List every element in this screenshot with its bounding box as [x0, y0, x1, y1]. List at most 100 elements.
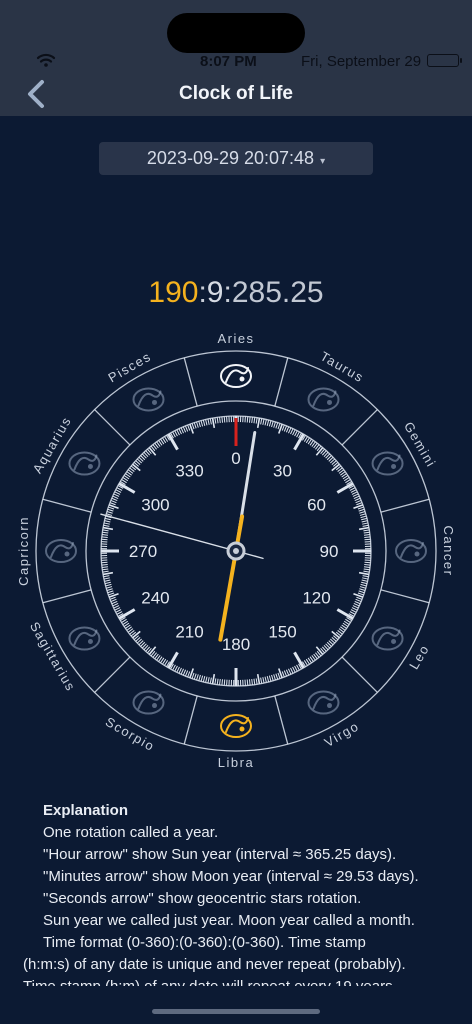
dial-tick [176, 429, 180, 436]
dial-tick [352, 493, 359, 497]
dial-tick [359, 511, 366, 514]
dial-tick [105, 583, 112, 587]
dial-tick [209, 418, 212, 425]
glyph-body [220, 714, 252, 738]
glyph-stroke [225, 717, 249, 733]
dial-tick [205, 419, 208, 426]
dial-tick [361, 581, 368, 585]
zodiac-glyph-aries-icon [220, 364, 252, 388]
glyph-body [307, 387, 340, 412]
timecode-hours: 190 [148, 276, 199, 309]
dial-tick [352, 605, 359, 609]
dial-tick [296, 431, 300, 438]
dial-tick [207, 418, 210, 425]
zodiac-clock-dial: 0 30 60 90 120 150 180 210 240 270 300 330 Aries Taur… [16, 331, 456, 770]
dial-tick [357, 592, 364, 596]
glyph-stroke [376, 454, 401, 471]
glyph-stroke [73, 629, 98, 646]
dial-tick [362, 522, 369, 525]
dial-tick [196, 674, 199, 681]
dial-tick [364, 561, 371, 564]
dial-tick [178, 428, 182, 435]
dial-tick [103, 522, 110, 525]
dial-tick [202, 419, 206, 426]
degree-label: 150 [268, 623, 296, 642]
zodiac-glyph-scorpio-icon [132, 690, 165, 715]
dial-tick [292, 666, 296, 673]
zodiac-divider [94, 409, 131, 446]
zodiac-glyph-taurus-icon [307, 387, 340, 412]
camera-notch [167, 13, 305, 53]
dial-tick [101, 561, 108, 564]
dial-tick [103, 524, 110, 527]
dial-tick [353, 603, 360, 607]
dial-tick [111, 600, 118, 605]
dial-tick [357, 506, 364, 510]
glyph-stroke [73, 454, 98, 471]
dial-tick [223, 416, 226, 423]
glyph-stroke [137, 693, 162, 710]
dial-tick [358, 571, 370, 576]
glyph-dot [87, 464, 93, 469]
dial-tick [114, 491, 121, 495]
glyph-dot [327, 703, 332, 709]
dial-tick [110, 598, 117, 603]
dial-tick [290, 428, 294, 435]
dial-tick [104, 579, 111, 582]
dial-tick [358, 526, 370, 531]
explanation-line: "Seconds arrow" show geocentric stars ro… [43, 890, 362, 907]
dial-tick [205, 676, 208, 683]
zodiac-divider [274, 695, 289, 745]
dial-tick [216, 678, 219, 685]
dial-tick [281, 671, 285, 678]
degree-label: 120 [302, 589, 330, 608]
status-time: 8:07 PM [200, 53, 257, 70]
dial-tick [174, 665, 178, 672]
dial-tick [364, 538, 371, 541]
dial-tick [191, 423, 195, 430]
zodiac-name-label: Virgo [322, 718, 362, 750]
degree-label: 300 [141, 496, 169, 515]
glyph-dot [391, 639, 397, 644]
dial-tick [182, 426, 187, 433]
zodiac-divider [183, 357, 198, 407]
dial-tick [104, 520, 111, 523]
dial-tick [116, 611, 123, 615]
dial-tick [101, 536, 108, 539]
date-time-selector[interactable]: 2023-09-29 20:07:48 ▾ [99, 142, 373, 175]
dial-tick [221, 416, 224, 423]
dial-tick [202, 676, 206, 683]
zodiac-glyph-aquarius-icon [68, 451, 101, 476]
dial-tick [359, 588, 366, 591]
glyph-dot [327, 399, 332, 405]
dial-tick [148, 646, 157, 655]
dial-tick [106, 586, 113, 589]
dial-tick [290, 667, 294, 674]
explanation-line: "Hour arrow" show Sun year (interval ≈ 3… [43, 846, 397, 863]
dial-tick [268, 675, 272, 682]
dial-tick [256, 673, 261, 685]
glyph-body [132, 690, 165, 715]
dial-tick [219, 416, 221, 424]
dial-tick [109, 596, 116, 600]
home-indicator [152, 1009, 320, 1014]
dial-tick [251, 416, 253, 424]
caret-down-icon: ▾ [320, 156, 326, 167]
zodiac-glyph-capricorn-icon [45, 539, 77, 563]
zodiac-name-label: Gemini [401, 419, 439, 470]
dial-tick [108, 506, 115, 510]
dial-tick [187, 671, 191, 678]
glyph-stroke [312, 693, 337, 710]
dial-tick [246, 416, 249, 423]
zodiac-name-label: Taurus [318, 348, 367, 385]
zodiac-divider [380, 589, 430, 604]
dial-tick [176, 666, 180, 673]
glyph-dot [414, 551, 420, 557]
dial-tick [283, 425, 288, 432]
dial-tick [266, 676, 270, 683]
dial-tick [349, 487, 356, 491]
dial-tick [102, 529, 109, 532]
dial-tick [359, 586, 366, 589]
dial-tick [106, 588, 113, 591]
dial-tick [103, 575, 110, 578]
